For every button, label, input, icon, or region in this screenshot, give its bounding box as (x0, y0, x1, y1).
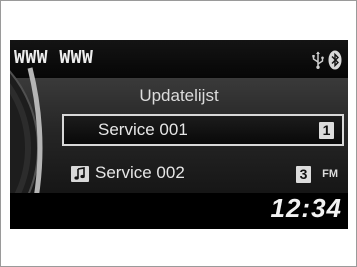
bottom-bar: 12:34 (10, 193, 348, 229)
clock: 12:34 (270, 193, 342, 223)
page-frame: WWW WWW Updatelijst Service 001 1 Servic… (0, 0, 357, 267)
list-item-service-002[interactable]: Service 002 3 FM (67, 158, 348, 188)
display-screen: WWW WWW Updatelijst Service 001 1 Servic… (10, 40, 348, 229)
preset-badge: 3 (296, 166, 311, 183)
music-note-icon (71, 166, 89, 182)
list-heading: Updatelijst (139, 86, 219, 105)
title-bar: WWW WWW (10, 40, 348, 78)
band-label: FM (322, 168, 338, 180)
preset-badge: 1 (319, 122, 334, 139)
status-icons (311, 50, 342, 75)
bluetooth-icon (328, 50, 342, 75)
list-item-label: Service 002 (95, 163, 185, 182)
list-item-service-001[interactable]: Service 001 1 (62, 114, 344, 146)
list-item-label: Service 001 (98, 120, 188, 139)
usb-icon (311, 51, 325, 74)
